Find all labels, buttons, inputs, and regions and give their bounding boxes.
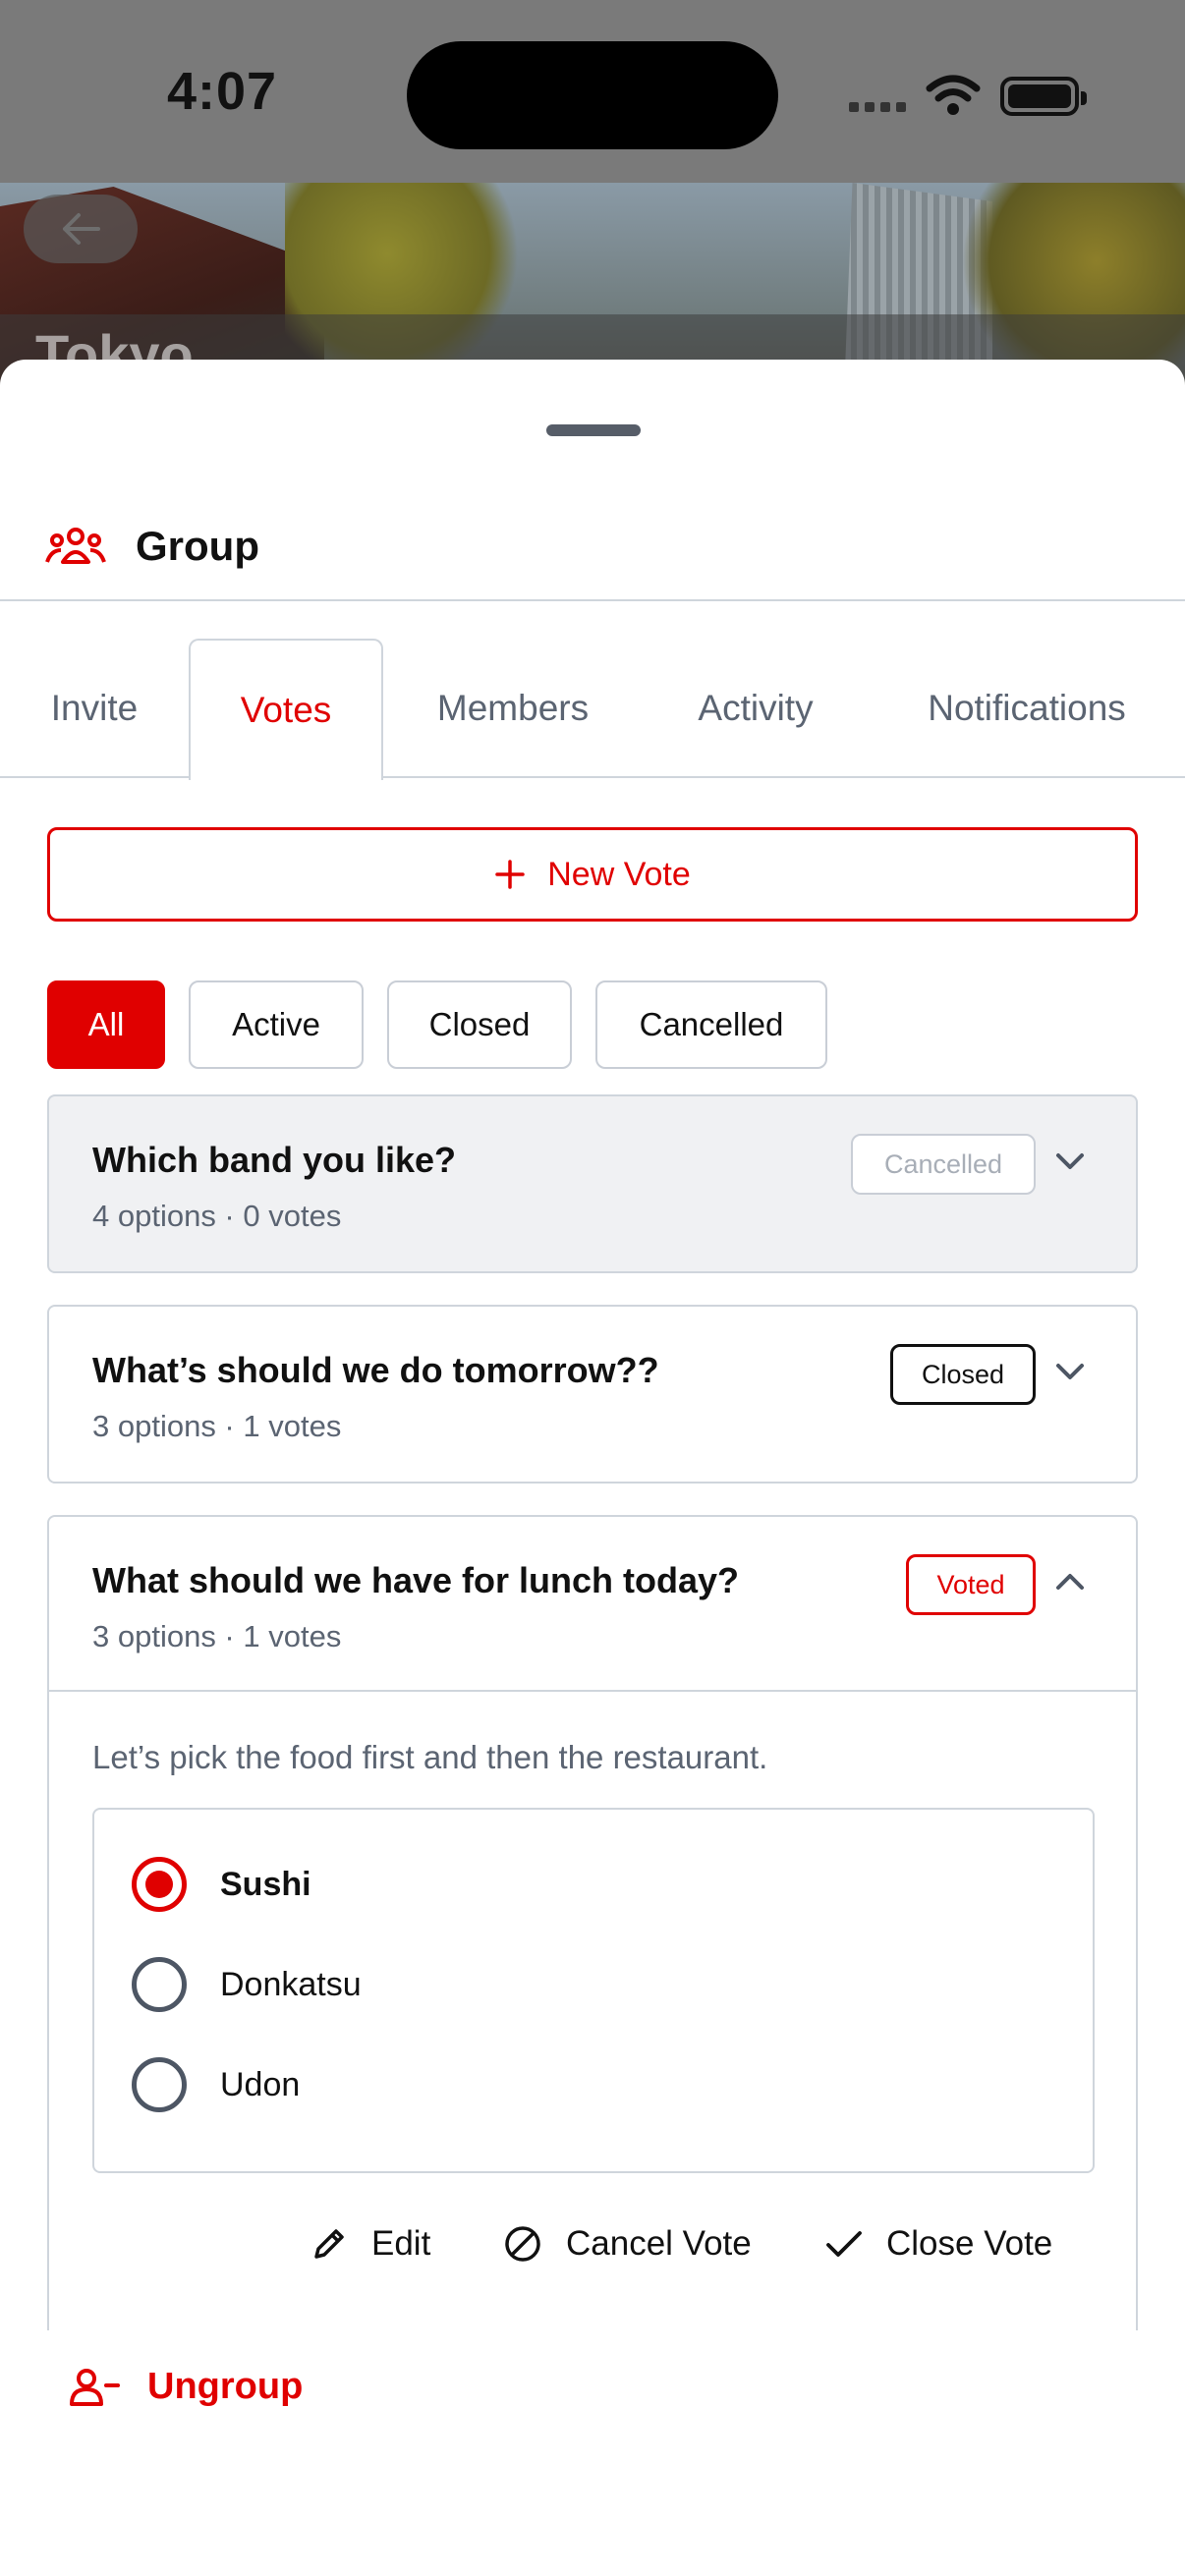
divider [49, 1690, 1136, 1692]
vote-question: What should we have for lunch today? [92, 1560, 740, 1600]
ungroup-label: Ungroup [147, 2366, 304, 2407]
edit-button[interactable]: Edit [310, 2224, 430, 2264]
cellular-signal-icon [849, 102, 906, 112]
chevron-down-icon[interactable] [1055, 1362, 1085, 1381]
status-badge: Cancelled [851, 1134, 1036, 1195]
option-label: Udon [220, 2065, 301, 2103]
pencil-icon [314, 2229, 344, 2259]
option-label: Donkatsu [220, 1965, 362, 2003]
sheet-drag-handle[interactable] [546, 424, 641, 436]
dynamic-island [407, 41, 778, 149]
vote-meta: 4 options · 0 votes [92, 1199, 342, 1233]
tab-members[interactable]: Members [383, 639, 643, 778]
radio-selected[interactable] [132, 1857, 187, 1912]
group-icon [45, 528, 106, 564]
arrow-left-icon [63, 213, 100, 245]
tab-votes[interactable]: Votes [189, 639, 383, 780]
radio-unselected[interactable] [132, 2057, 187, 2112]
vote-card-expanded[interactable]: What should we have for lunch today? 3 o… [47, 1515, 1138, 2330]
vote-meta: 3 options · 1 votes [92, 1409, 342, 1443]
tab-activity[interactable]: Activity [643, 639, 869, 778]
check-icon [826, 2231, 862, 2257]
back-button[interactable] [24, 195, 138, 263]
close-vote-label: Close Vote [886, 2224, 1053, 2263]
vote-filters: All Active Closed Cancelled [47, 980, 827, 1069]
wifi-icon [926, 75, 981, 115]
cancel-circle-icon [505, 2226, 540, 2262]
radio-unselected[interactable] [132, 1957, 187, 2012]
status-badge: Voted [906, 1554, 1036, 1615]
status-badge: Closed [890, 1344, 1036, 1405]
user-remove-icon [70, 2368, 120, 2406]
vote-question: Which band you like? [92, 1140, 457, 1180]
chevron-down-icon[interactable] [1055, 1151, 1085, 1171]
edit-label: Edit [371, 2224, 431, 2263]
group-title: Group [136, 523, 259, 569]
filter-closed[interactable]: Closed [387, 980, 572, 1069]
option-label: Sushi [220, 1865, 311, 1903]
status-bar: 4:07 [0, 0, 1185, 183]
filter-cancelled[interactable]: Cancelled [595, 980, 827, 1069]
vote-description: Let’s pick the food first and then the r… [92, 1739, 768, 1775]
cancel-vote-button[interactable]: Cancel Vote [503, 2224, 752, 2264]
battery-icon [1000, 77, 1087, 116]
filter-all[interactable]: All [47, 980, 165, 1069]
vote-actions: Edit Cancel Vote Close Vote [49, 2224, 1136, 2293]
close-vote-button[interactable]: Close Vote [825, 2224, 1052, 2264]
tab-notifications[interactable]: Notifications [869, 639, 1185, 778]
vote-option[interactable]: Sushi [132, 1857, 311, 1912]
vote-meta: 3 options · 1 votes [92, 1619, 342, 1653]
new-vote-label: New Vote [547, 855, 691, 893]
vote-card[interactable]: What’s should we do tomorrow?? 3 options… [47, 1305, 1138, 1484]
new-vote-button[interactable]: New Vote [47, 827, 1138, 922]
filter-active[interactable]: Active [189, 980, 364, 1069]
chevron-up-icon[interactable] [1055, 1572, 1085, 1592]
vote-question: What’s should we do tomorrow?? [92, 1350, 659, 1390]
tab-underline [0, 776, 1185, 778]
group-sheet: Group Invite Votes Members Activity Noti… [0, 360, 1185, 2576]
vote-card[interactable]: Which band you like? 4 options · 0 votes… [47, 1094, 1138, 1273]
group-header: Group [45, 523, 259, 570]
plus-icon [495, 860, 525, 889]
tab-invite[interactable]: Invite [0, 639, 189, 778]
divider [0, 599, 1185, 601]
status-time: 4:07 [167, 62, 278, 121]
tab-bar: Invite Votes Members Activity Notificati… [0, 639, 1185, 780]
ungroup-button[interactable]: Ungroup [69, 2366, 303, 2408]
vote-options: Sushi Donkatsu Udon [92, 1808, 1095, 2173]
cancel-vote-label: Cancel Vote [566, 2224, 752, 2263]
vote-option[interactable]: Udon [132, 2057, 300, 2112]
vote-option[interactable]: Donkatsu [132, 1957, 362, 2012]
